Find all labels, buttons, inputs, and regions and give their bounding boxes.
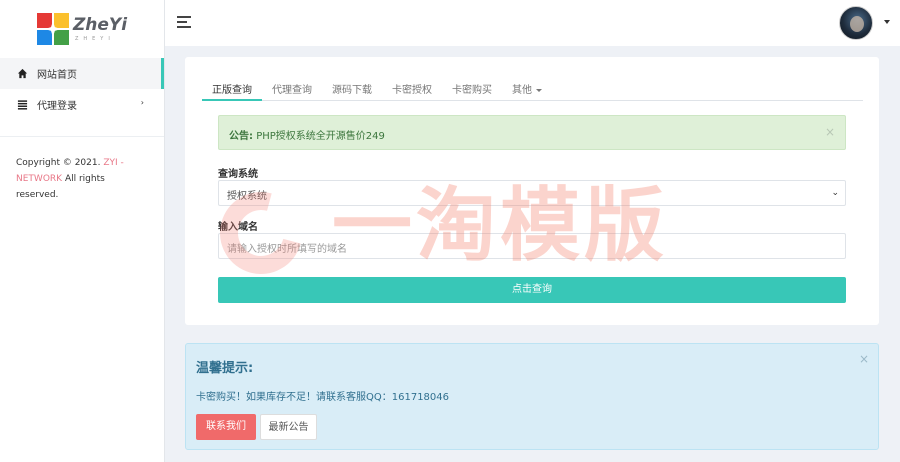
announcement-prefix: 公告: bbox=[229, 131, 253, 142]
tab-card-authorize[interactable]: 卡密授权 bbox=[382, 75, 442, 101]
tab-other[interactable]: 其他 bbox=[502, 75, 552, 101]
system-select[interactable]: 授权系统 ⌄ bbox=[218, 180, 846, 206]
sidebar-item-label: 代理登录 bbox=[37, 101, 77, 112]
caret-down-icon bbox=[536, 88, 542, 92]
announcement-alert: 公告: PHP授权系统全开源售价249 × bbox=[218, 115, 846, 150]
tab-genuine-query[interactable]: 正版查询 bbox=[202, 75, 262, 101]
logo-subtitle: ZHEYI bbox=[74, 35, 115, 42]
chevron-right-icon: › bbox=[140, 98, 144, 107]
logo-mark-icon bbox=[36, 13, 69, 45]
tab-agent-query[interactable]: 代理查询 bbox=[262, 75, 322, 101]
close-icon[interactable]: × bbox=[825, 125, 835, 139]
latest-news-button[interactable]: 最新公告 bbox=[260, 414, 317, 440]
system-label: 查询系统 bbox=[218, 169, 258, 180]
caret-down-icon[interactable] bbox=[884, 20, 890, 24]
domain-input[interactable]: 请输入授权时所填写的域名 bbox=[218, 233, 846, 259]
copyright: Copyright © 2021. ZYI - NETWORK All righ… bbox=[0, 137, 164, 221]
query-button[interactable]: 点击查询 bbox=[218, 277, 846, 303]
menu-toggle-icon[interactable] bbox=[177, 16, 191, 28]
tips-title: 温馨提示: bbox=[196, 361, 254, 376]
tab-source-download[interactable]: 源码下载 bbox=[322, 75, 382, 101]
sidebar-menu: 网站首页 代理登录 › bbox=[0, 58, 164, 120]
logo[interactable]: ZheYi ZHEYI bbox=[0, 0, 164, 58]
contact-us-button[interactable]: 联系我们 bbox=[196, 414, 256, 440]
tab-card-purchase[interactable]: 卡密购买 bbox=[442, 75, 502, 101]
announcement-text: PHP授权系统全开源售价249 bbox=[256, 131, 385, 142]
system-select-value: 授权系统 bbox=[227, 191, 267, 202]
copyright-prefix: Copyright © 2021. bbox=[16, 158, 101, 168]
tips-text: 卡密购买！如果库存不足！请联系客服QQ：161718046 bbox=[196, 392, 450, 403]
tab-bar: 正版查询 代理查询 源码下载 卡密授权 卡密购买 其他 bbox=[202, 75, 863, 101]
sidebar-item-agent-login[interactable]: 代理登录 › bbox=[0, 89, 164, 120]
logo-title: ZheYi bbox=[72, 14, 128, 35]
close-icon[interactable]: × bbox=[859, 352, 869, 366]
topbar bbox=[165, 0, 900, 46]
list-icon bbox=[16, 99, 28, 111]
sidebar-item-home[interactable]: 网站首页 bbox=[0, 58, 164, 89]
query-card: 正版查询 代理查询 源码下载 卡密授权 卡密购买 其他 公告: PHP授权系统全… bbox=[185, 57, 879, 325]
domain-label: 输入域名 bbox=[218, 222, 258, 233]
chevron-down-icon: ⌄ bbox=[831, 188, 839, 198]
home-icon bbox=[16, 68, 28, 80]
avatar[interactable] bbox=[839, 6, 873, 40]
sidebar: ZheYi ZHEYI 网站首页 代理登录 › Copyright © 2021… bbox=[0, 0, 165, 462]
sidebar-item-label: 网站首页 bbox=[37, 70, 77, 81]
tab-other-label: 其他 bbox=[512, 85, 532, 96]
tips-card: 温馨提示: × 卡密购买！如果库存不足！请联系客服QQ：161718046 联系… bbox=[185, 343, 879, 450]
